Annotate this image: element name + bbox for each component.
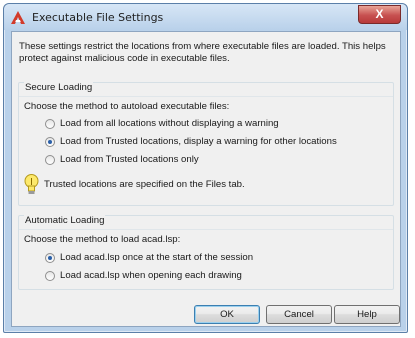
radio-icon[interactable]	[45, 154, 55, 165]
lightbulb-icon	[24, 174, 39, 194]
radio-label: Load from all locations without displayi…	[60, 118, 279, 129]
intro-text: These settings restrict the locations fr…	[19, 41, 386, 64]
radio-label: Load acad.lsp once at the start of the s…	[60, 252, 254, 263]
automatic-loading-group: Automatic Loading Choose the method to l…	[18, 215, 394, 290]
trusted-locations-info: Trusted locations are specified on the F…	[24, 174, 245, 195]
group-title: Secure Loading	[24, 82, 94, 93]
radio-icon[interactable]	[45, 118, 55, 129]
radio-label: Load acad.lsp when opening each drawing	[60, 270, 242, 281]
close-button[interactable]: X	[358, 5, 401, 24]
automatic-loading-prompt: Choose the method to load acad.lsp:	[24, 234, 181, 245]
title-bar[interactable]: Executable File Settings X	[4, 4, 407, 30]
autocad-a-icon	[11, 11, 25, 24]
window-title: Executable File Settings	[32, 11, 164, 24]
ok-button[interactable]: OK	[194, 305, 260, 324]
radio-icon[interactable]	[45, 252, 55, 263]
radio-option-trusted-warning[interactable]: Load from Trusted locations, display a w…	[45, 135, 337, 148]
radio-label: Load from Trusted locations only	[60, 154, 199, 165]
secure-loading-group: Secure Loading Choose the method to auto…	[18, 82, 394, 206]
group-title: Automatic Loading	[24, 215, 106, 226]
secure-loading-prompt: Choose the method to autoload executable…	[24, 101, 230, 112]
dialog-body: These settings restrict the locations fr…	[11, 31, 401, 327]
help-button[interactable]: Help	[334, 305, 400, 324]
info-text: Trusted locations are specified on the F…	[44, 179, 245, 190]
dialog-window: Executable File Settings X These setting…	[3, 3, 408, 333]
divider	[19, 96, 393, 97]
radio-option-load-once[interactable]: Load acad.lsp once at the start of the s…	[45, 251, 253, 264]
radio-icon[interactable]	[45, 270, 55, 281]
radio-label: Load from Trusted locations, display a w…	[60, 136, 337, 147]
divider	[19, 229, 393, 230]
radio-icon[interactable]	[45, 136, 55, 147]
cancel-button[interactable]: Cancel	[266, 305, 332, 324]
radio-option-load-each-drawing[interactable]: Load acad.lsp when opening each drawing	[45, 269, 242, 282]
radio-option-all-locations[interactable]: Load from all locations without displayi…	[45, 117, 279, 130]
radio-option-trusted-only[interactable]: Load from Trusted locations only	[45, 153, 199, 166]
